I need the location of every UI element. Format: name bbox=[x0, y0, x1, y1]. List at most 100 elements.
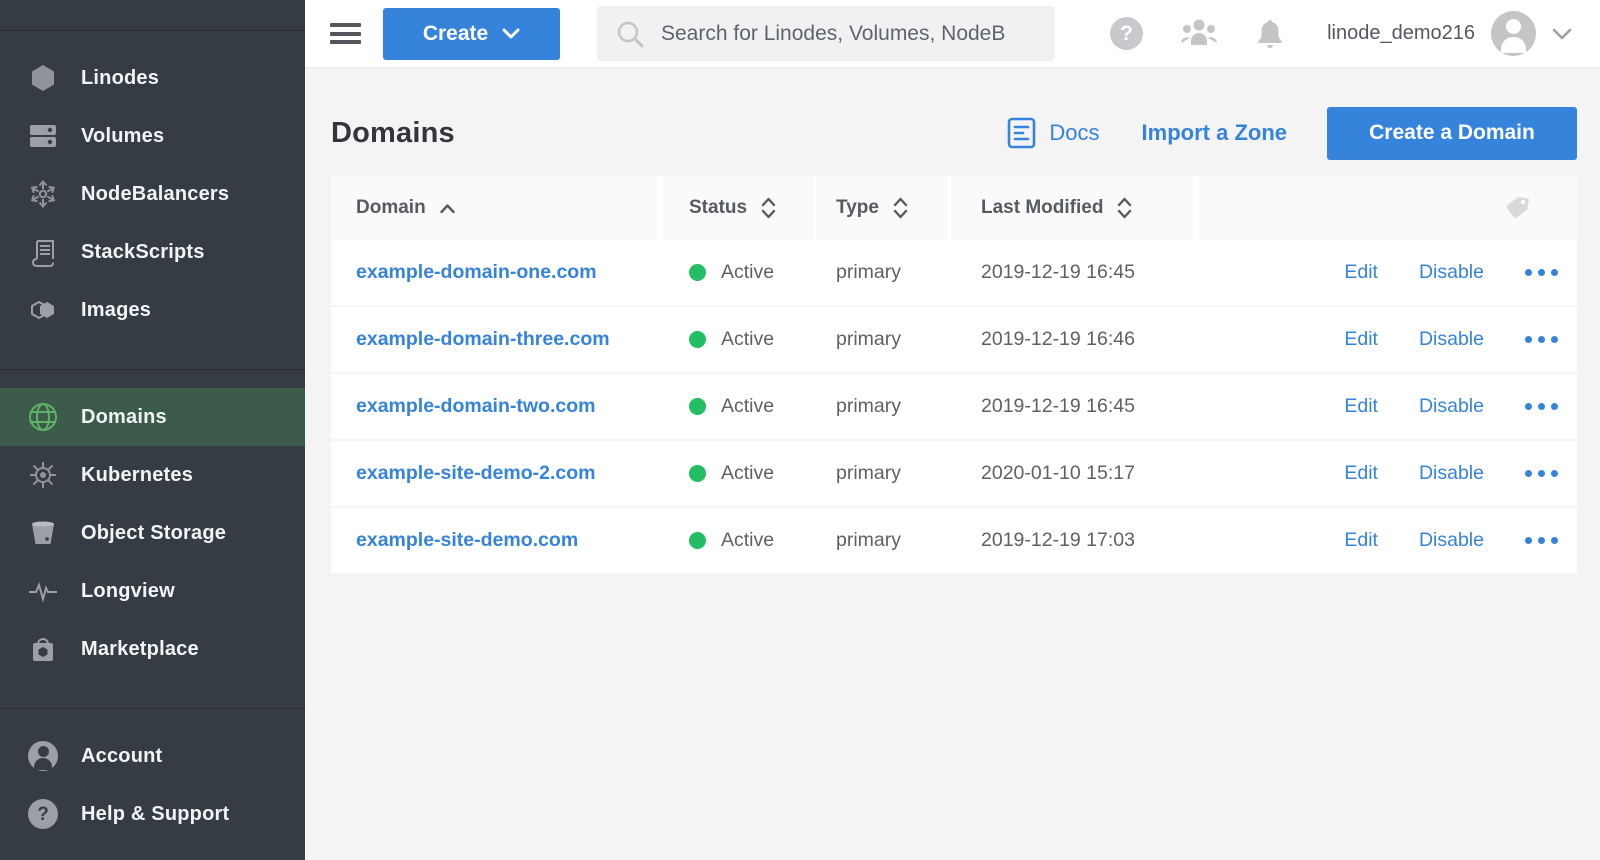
sidebar-item-longview[interactable]: Longview bbox=[0, 562, 305, 620]
status-label: Active bbox=[721, 261, 774, 284]
chevron-down-icon bbox=[1552, 28, 1572, 40]
sort-asc-icon bbox=[439, 203, 456, 214]
create-a-domain-button[interactable]: Create a Domain bbox=[1327, 107, 1577, 160]
sort-both-icon bbox=[760, 196, 777, 220]
row-actions-kebab-icon[interactable] bbox=[1521, 397, 1562, 416]
sidebar-item-kubernetes[interactable]: Kubernetes bbox=[0, 446, 305, 504]
disable-link[interactable]: Disable bbox=[1419, 529, 1484, 552]
object-storage-bucket-icon bbox=[27, 517, 59, 549]
status-label: Active bbox=[721, 529, 774, 552]
search-input[interactable] bbox=[661, 22, 1041, 46]
hamburger-menu-icon[interactable] bbox=[330, 19, 361, 49]
edit-link[interactable]: Edit bbox=[1344, 261, 1378, 284]
search-icon bbox=[615, 19, 645, 49]
sidebar-item-linodes[interactable]: Linodes bbox=[0, 49, 305, 107]
domains-table: Domain Status Type bbox=[331, 176, 1577, 575]
sidebar-item-label: NodeBalancers bbox=[81, 183, 229, 206]
type-value: primary bbox=[816, 529, 951, 552]
notifications-bell-icon[interactable] bbox=[1255, 17, 1285, 51]
linodes-icon bbox=[27, 62, 59, 94]
row-actions-kebab-icon[interactable] bbox=[1521, 263, 1562, 282]
sidebar-item-label: Account bbox=[81, 745, 162, 768]
sidebar-item-images[interactable]: Images bbox=[0, 281, 305, 339]
page-title: Domains bbox=[331, 117, 455, 150]
sidebar-footer-nav: Account ? Help & Support bbox=[0, 709, 305, 843]
help-icon: ? bbox=[27, 798, 59, 830]
create-button[interactable]: Create bbox=[383, 8, 560, 60]
docs-link-label: Docs bbox=[1049, 120, 1099, 146]
sidebar-item-account[interactable]: Account bbox=[0, 727, 305, 785]
disable-link[interactable]: Disable bbox=[1419, 328, 1484, 351]
images-icon bbox=[27, 294, 59, 326]
last-modified-value: 2019-12-19 16:46 bbox=[951, 328, 1197, 351]
last-modified-value: 2019-12-19 16:45 bbox=[951, 261, 1197, 284]
sidebar-item-label: Help & Support bbox=[81, 803, 229, 826]
table-row: example-domain-two.com Active primary 20… bbox=[331, 374, 1577, 441]
sidebar-secondary-nav: Domains Kubernetes Object Storage bbox=[0, 370, 305, 678]
column-header-status[interactable]: Status bbox=[661, 176, 816, 240]
sort-both-icon bbox=[1116, 196, 1133, 220]
marketplace-bag-icon bbox=[27, 633, 59, 665]
sidebar-item-stackscripts[interactable]: StackScripts bbox=[0, 223, 305, 281]
sort-both-icon bbox=[892, 196, 909, 220]
disable-link[interactable]: Disable bbox=[1419, 395, 1484, 418]
sidebar-item-nodebalancers[interactable]: NodeBalancers bbox=[0, 165, 305, 223]
kubernetes-icon bbox=[27, 459, 59, 491]
row-actions-kebab-icon[interactable] bbox=[1521, 330, 1562, 349]
row-actions-kebab-icon[interactable] bbox=[1521, 531, 1562, 550]
sidebar-item-label: Volumes bbox=[81, 125, 164, 148]
column-header-last-modified[interactable]: Last Modified bbox=[951, 176, 1197, 240]
sidebar-item-label: Object Storage bbox=[81, 522, 226, 545]
sidebar-item-volumes[interactable]: Volumes bbox=[0, 107, 305, 165]
edit-link[interactable]: Edit bbox=[1344, 395, 1378, 418]
edit-link[interactable]: Edit bbox=[1344, 529, 1378, 552]
last-modified-value: 2020-01-10 15:17 bbox=[951, 462, 1197, 485]
type-value: primary bbox=[816, 395, 951, 418]
sidebar-top-strip bbox=[0, 0, 305, 31]
last-modified-value: 2019-12-19 17:03 bbox=[951, 529, 1197, 552]
import-a-zone-link[interactable]: Import a Zone bbox=[1142, 120, 1287, 146]
sidebar-item-label: Kubernetes bbox=[81, 464, 193, 487]
page-header-actions: Docs Import a Zone Create a Domain bbox=[1007, 107, 1577, 160]
status-active-dot bbox=[689, 532, 706, 549]
create-button-label: Create bbox=[423, 22, 488, 46]
avatar bbox=[1491, 11, 1536, 56]
disable-link[interactable]: Disable bbox=[1419, 462, 1484, 485]
username-label: linode_demo216 bbox=[1327, 22, 1475, 45]
volumes-icon bbox=[27, 120, 59, 152]
type-value: primary bbox=[816, 328, 951, 351]
domain-link[interactable]: example-site-demo-2.com bbox=[356, 462, 596, 485]
table-header-row: Domain Status Type bbox=[331, 176, 1577, 240]
sidebar-item-label: Longview bbox=[81, 580, 175, 603]
sidebar-item-object-storage[interactable]: Object Storage bbox=[0, 504, 305, 562]
table-row: example-site-demo.com Active primary 201… bbox=[331, 508, 1577, 575]
sidebar-item-help-support[interactable]: ? Help & Support bbox=[0, 785, 305, 843]
disable-link[interactable]: Disable bbox=[1419, 261, 1484, 284]
docs-link[interactable]: Docs bbox=[1007, 117, 1099, 149]
last-modified-value: 2019-12-19 16:45 bbox=[951, 395, 1197, 418]
row-actions-kebab-icon[interactable] bbox=[1521, 464, 1562, 483]
domain-link[interactable]: example-site-demo.com bbox=[356, 529, 578, 552]
column-header-domain[interactable]: Domain bbox=[331, 176, 661, 240]
status-label: Active bbox=[721, 395, 774, 418]
sidebar-item-marketplace[interactable]: Marketplace bbox=[0, 620, 305, 678]
column-header-tags[interactable] bbox=[1197, 176, 1577, 240]
community-icon[interactable] bbox=[1179, 17, 1219, 51]
user-menu[interactable]: linode_demo216 bbox=[1327, 11, 1572, 56]
help-icon[interactable]: ? bbox=[1110, 17, 1143, 50]
column-header-type[interactable]: Type bbox=[816, 176, 951, 240]
table-row: example-site-demo-2.com Active primary 2… bbox=[331, 441, 1577, 508]
stackscripts-icon bbox=[27, 236, 59, 268]
domain-link[interactable]: example-domain-three.com bbox=[356, 328, 610, 351]
domain-link[interactable]: example-domain-two.com bbox=[356, 395, 595, 418]
type-value: primary bbox=[816, 261, 951, 284]
type-value: primary bbox=[816, 462, 951, 485]
edit-link[interactable]: Edit bbox=[1344, 462, 1378, 485]
sidebar-item-domains[interactable]: Domains bbox=[0, 388, 305, 446]
status-label: Active bbox=[721, 328, 774, 351]
edit-link[interactable]: Edit bbox=[1344, 328, 1378, 351]
domain-link[interactable]: example-domain-one.com bbox=[356, 261, 597, 284]
docs-document-icon bbox=[1007, 117, 1036, 149]
chevron-down-icon bbox=[502, 28, 520, 39]
status-active-dot bbox=[689, 331, 706, 348]
